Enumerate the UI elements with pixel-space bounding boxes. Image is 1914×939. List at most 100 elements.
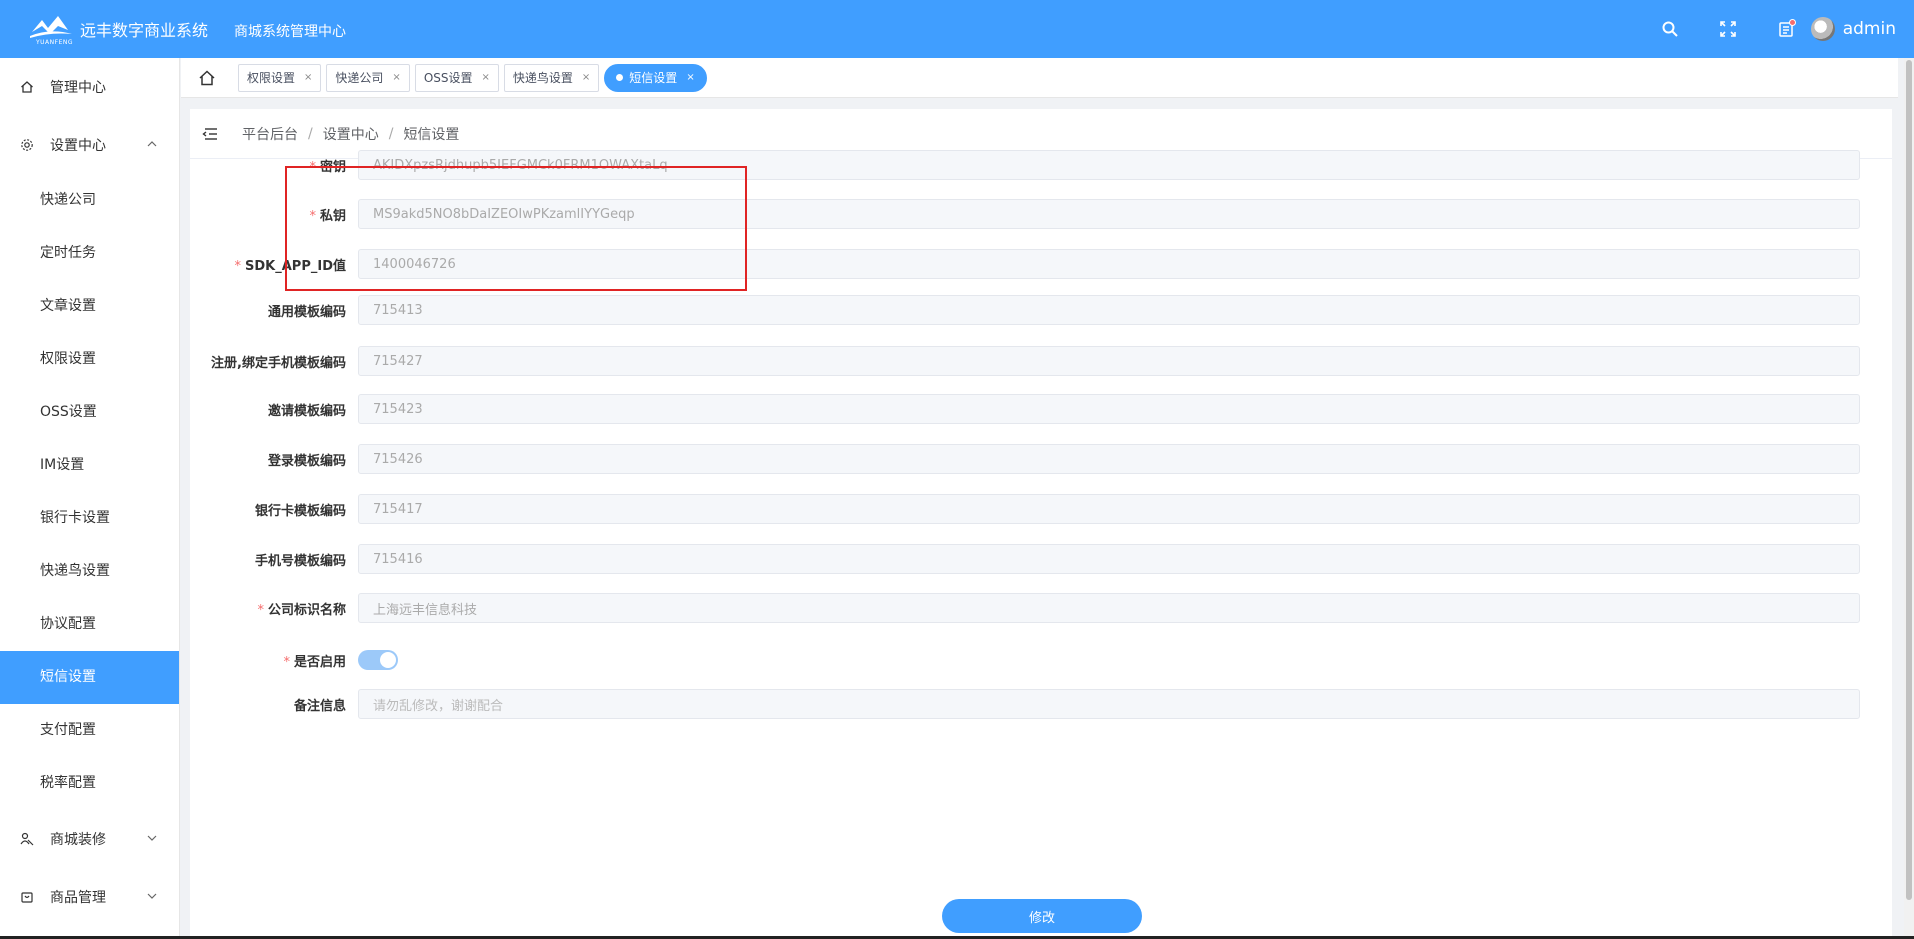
form-row-remark: 备注信息 请勿乱修改，谢谢配合 [190, 689, 1892, 719]
tag-kdniao-settings[interactable]: 快递鸟设置 × [503, 63, 600, 92]
register-template-input[interactable]: 715427 [358, 346, 1860, 376]
sidebar-item-express-company[interactable]: 快递公司 [0, 174, 179, 227]
phone-template-input[interactable]: 715416 [358, 544, 1860, 574]
sidebar-item-article-settings[interactable]: 文章设置 [0, 280, 179, 333]
app-title: 远丰数字商业系统 [80, 21, 209, 40]
field-label-text: 备注信息 [293, 698, 346, 714]
tag-label: 权限设置 [247, 71, 296, 85]
chevron-down-icon [147, 835, 157, 841]
avatar[interactable] [1810, 17, 1835, 41]
field-label: 手机号模板编码 [190, 550, 358, 569]
yuanfeng-logo-icon: YUANFENG [28, 12, 74, 46]
form-row-secret-key: * 私钥 MS9akd5NO8bDaIZEOIwPKzamlIYYGeqp [190, 199, 1892, 229]
sidebar-item-im-settings[interactable]: IM设置 [0, 439, 179, 492]
sidebar-group-goods[interactable]: 商品管理 [0, 868, 179, 926]
close-icon[interactable]: × [582, 72, 590, 83]
login-template-input[interactable]: 715426 [358, 444, 1860, 474]
username[interactable]: admin [1843, 19, 1896, 39]
secret-key-input[interactable]: MS9akd5NO8bDaIZEOIwPKzamlIYYGeqp [358, 199, 1860, 229]
main-panel: 平台后台 / 设置中心 / 短信设置 * 密钥 AKIDXpzsRjdhupb5I… [190, 109, 1892, 939]
search-icon[interactable] [1659, 18, 1681, 40]
sidebar-group-label: 管理中心 [50, 80, 106, 96]
home-icon[interactable] [198, 68, 218, 88]
field-label: 通用模板编码 [190, 301, 358, 320]
sidebar-item-agreement-config[interactable]: 协议配置 [0, 598, 179, 651]
field-label-text: 邀请模板编码 [267, 403, 346, 419]
sidebar-group-settings[interactable]: 设置中心 [0, 116, 179, 174]
sidebar-item-oss-settings[interactable]: OSS设置 [0, 386, 179, 439]
breadcrumb-item-platform[interactable]: 平台后台 [242, 124, 298, 144]
tag-permission-settings[interactable]: 权限设置 × [238, 63, 322, 92]
sidebar-item-scheduled-tasks[interactable]: 定时任务 [0, 227, 179, 280]
tags-view: 权限设置 × 快递公司 × OSS设置 × 快递鸟设置 × 短信设置 × [181, 58, 1898, 98]
common-template-input[interactable]: 715413 [358, 295, 1860, 325]
close-icon[interactable]: × [392, 72, 400, 83]
breadcrumb-separator: / [308, 125, 313, 142]
close-icon[interactable]: × [686, 72, 694, 83]
breadcrumb-item-settings[interactable]: 设置中心 [323, 124, 379, 144]
sidebar-group-decoration[interactable]: 商城装修 [0, 810, 179, 868]
scrollbar[interactable] [1904, 58, 1914, 939]
field-label: 邀请模板编码 [190, 400, 358, 419]
tag-oss-settings[interactable]: OSS设置 × [414, 63, 499, 92]
notification-badge [1788, 19, 1796, 26]
bankcard-template-input[interactable]: 715417 [358, 494, 1860, 524]
secret-id-input[interactable]: AKIDXpzsRjdhupb5IEFGMCk0FRM1OWAXtaLq [358, 150, 1860, 180]
enable-toggle[interactable] [358, 650, 398, 670]
sidebar-item-tax-config[interactable]: 税率配置 [0, 757, 179, 810]
tag-express-company[interactable]: 快递公司 × [326, 63, 410, 92]
field-label-text: 通用模板编码 [267, 304, 346, 320]
chevron-up-icon [147, 141, 157, 147]
company-name-input[interactable]: 上海远丰信息科技 [358, 593, 1860, 623]
field-label: * 密钥 [190, 156, 358, 175]
sidebar-item-permission-settings[interactable]: 权限设置 [0, 333, 179, 386]
decor-icon [20, 832, 34, 846]
field-label: 备注信息 [190, 695, 358, 714]
field-label-text: 是否启用 [293, 654, 346, 670]
sidebar-item-bankcard-settings[interactable]: 银行卡设置 [0, 492, 179, 545]
app-subtitle: 商城系统管理中心 [234, 23, 347, 40]
field-label-text: 注册,绑定手机模板编码 [211, 355, 346, 371]
tag-label: 快递鸟设置 [512, 71, 573, 85]
required-mark: * [234, 258, 242, 274]
fullscreen-icon[interactable] [1717, 18, 1739, 40]
field-label: 登录模板编码 [190, 450, 358, 469]
field-label: * SDK_APP_ID值 [190, 255, 358, 274]
close-icon[interactable]: × [482, 72, 490, 83]
breadcrumb-separator: / [388, 125, 394, 142]
submit-button[interactable]: 修改 [942, 899, 1142, 933]
sidebar-item-sms-settings[interactable]: 短信设置 [0, 651, 179, 704]
active-dot [616, 74, 624, 81]
form-row-register-template: 注册,绑定手机模板编码 715427 [190, 346, 1892, 376]
gear-icon [20, 138, 34, 152]
required-mark: * [309, 208, 316, 224]
invite-template-input[interactable]: 715423 [358, 394, 1860, 424]
field-label: * 私钥 [190, 205, 358, 224]
required-mark: * [257, 602, 264, 618]
close-icon[interactable]: × [304, 72, 312, 83]
field-label-text: 私钥 [319, 208, 346, 224]
chevron-down-icon [147, 893, 157, 899]
sidebar-item-kdniao-settings[interactable]: 快递鸟设置 [0, 545, 179, 598]
tag-sms-settings[interactable]: 短信设置 × [604, 63, 707, 92]
notification-icon[interactable] [1775, 18, 1797, 40]
top-header: YUANFENG 远丰数字商业系统 商城系统管理中心 admin [0, 0, 1914, 58]
field-label: 银行卡模板编码 [190, 500, 358, 519]
goods-icon [20, 890, 34, 904]
logo: YUANFENG 远丰数字商业系统 商城系统管理中心 [28, 12, 346, 46]
sidebar-fold-icon[interactable] [202, 125, 220, 143]
field-label-text: 手机号模板编码 [254, 553, 346, 569]
field-label-text: 公司标识名称 [267, 602, 346, 618]
scrollbar-thumb[interactable] [1906, 60, 1912, 900]
field-label: 注册,绑定手机模板编码 [190, 352, 358, 371]
sidebar-group-dashboard[interactable]: 管理中心 [0, 58, 179, 116]
logo-text: YUANFENG [36, 39, 74, 46]
sidebar-group-label: 设置中心 [50, 138, 106, 154]
sdk-app-id-input[interactable]: 1400046726 [358, 249, 1860, 279]
form-row-bankcard-template: 银行卡模板编码 715417 [190, 494, 1892, 524]
form-row-sdk-app-id: * SDK_APP_ID值 1400046726 [190, 249, 1892, 279]
form-row-secret-id: * 密钥 AKIDXpzsRjdhupb5IEFGMCk0FRM1OWAXtaLq [190, 150, 1892, 180]
sidebar-item-payment-config[interactable]: 支付配置 [0, 704, 179, 757]
remark-input[interactable]: 请勿乱修改，谢谢配合 [358, 689, 1860, 719]
required-mark: * [309, 159, 316, 175]
